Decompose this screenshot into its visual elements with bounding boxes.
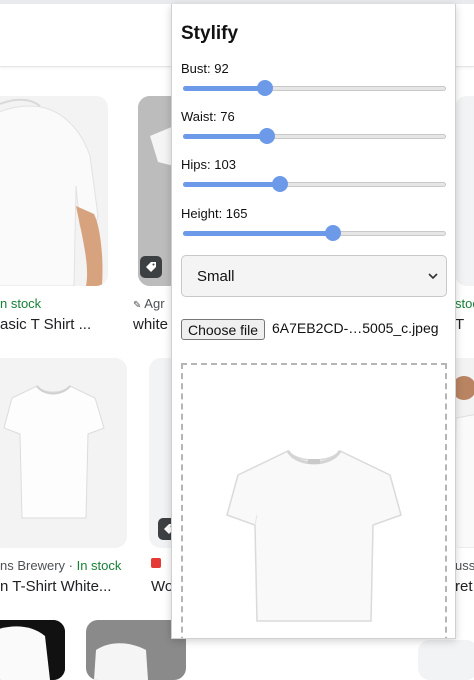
- bust-slider[interactable]: [183, 80, 446, 96]
- selected-file-name: 6A7EB2CD-…5005_c.jpeg: [272, 320, 439, 336]
- stylify-popup: Stylify Bust: 92 Waist: 76 Hips: 103 Hei…: [171, 4, 456, 639]
- result-source-4-label: ns Brewery ·: [0, 558, 77, 573]
- hips-slider-fill: [183, 182, 281, 187]
- bust-label: Bust: 92: [181, 61, 229, 76]
- result-source-5-label: Wo: [151, 578, 174, 595]
- pin-icon: ✎: [133, 300, 142, 311]
- store-favicon-icon: [151, 558, 161, 568]
- popup-title: Stylify: [181, 23, 239, 44]
- chevron-down-icon: [428, 273, 438, 280]
- result-stock-4: In stock: [76, 558, 122, 573]
- result-image-tshirt-1[interactable]: [0, 96, 108, 286]
- height-slider[interactable]: [183, 225, 446, 241]
- product-tag-icon: [140, 256, 162, 278]
- result-image-tshirt-2[interactable]: [138, 96, 174, 286]
- hips-label: Hips: 103: [181, 157, 236, 172]
- result-title-1[interactable]: asic T Shirt ...: [0, 316, 91, 333]
- waist-slider-thumb[interactable]: [259, 128, 276, 144]
- tshirt-preview-image: [226, 450, 402, 622]
- page-right-edge: [455, 0, 474, 668]
- height-label: Height: 165: [181, 206, 248, 221]
- tshirt-dark-bg-image: [0, 620, 65, 680]
- result-source-2-label: Agr: [144, 296, 165, 311]
- bust-slider-fill: [183, 86, 265, 91]
- waist-label: Waist: 76: [181, 109, 235, 124]
- hips-slider-thumb[interactable]: [272, 176, 289, 192]
- result-source-5[interactable]: Wo: [151, 558, 174, 595]
- choose-file-button[interactable]: Choose file: [181, 319, 266, 340]
- image-preview-dropzone[interactable]: [181, 363, 447, 638]
- size-select[interactable]: Small: [181, 255, 447, 297]
- size-select-value: Small: [197, 267, 235, 285]
- result-image-tshirt-7[interactable]: [0, 620, 65, 680]
- bust-slider-thumb[interactable]: [256, 80, 273, 96]
- height-slider-thumb[interactable]: [324, 225, 341, 241]
- result-source-4: ns Brewery · In stock: [0, 558, 121, 573]
- waist-slider[interactable]: [183, 128, 446, 144]
- height-slider-fill: [183, 231, 333, 236]
- result-title-2[interactable]: white: [133, 316, 168, 333]
- waist-slider-fill: [183, 134, 268, 139]
- result-source-2: ✎ Agr: [133, 296, 165, 311]
- tshirt-model-image: [0, 96, 108, 286]
- hips-slider[interactable]: [183, 176, 446, 192]
- tshirt-flat-image: [0, 358, 127, 548]
- result-image-tshirt-4[interactable]: [0, 358, 127, 548]
- result-title-4[interactable]: n T-Shirt White...: [0, 578, 111, 595]
- result-source-1: n stock: [0, 296, 42, 311]
